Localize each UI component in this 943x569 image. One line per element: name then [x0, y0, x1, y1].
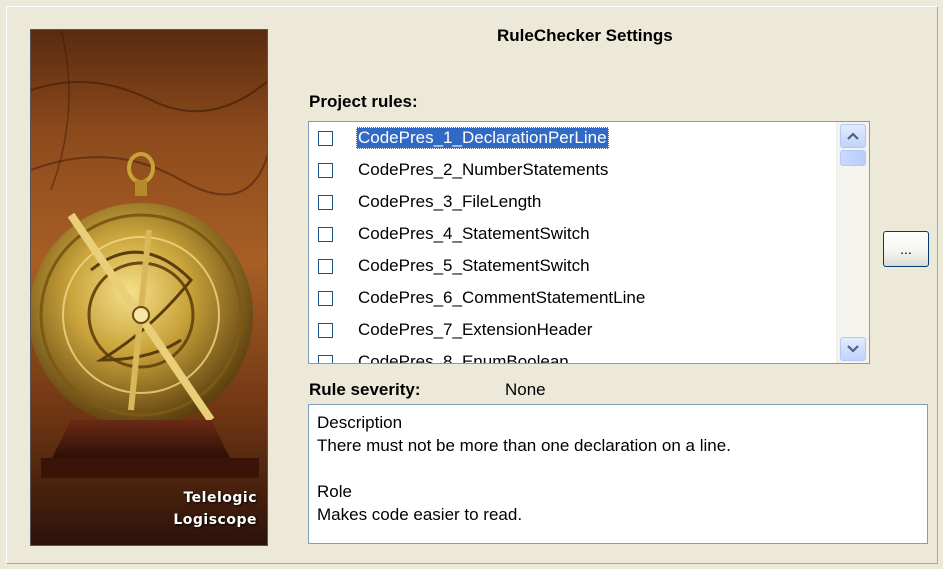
brand-line-logiscope: Logiscope [173, 512, 257, 528]
rule-label: CodePres_2_NumberStatements [358, 160, 609, 179]
chevron-up-icon [847, 132, 859, 140]
logiscope-banner-image: Telelogic Logiscope [30, 29, 268, 546]
rule-checkbox[interactable] [318, 226, 333, 242]
brand-label: Telelogic Logiscope [173, 487, 257, 531]
role-text: Makes code easier to read. [317, 505, 523, 524]
rule-severity-label: Rule severity: [309, 380, 421, 399]
list-item[interactable]: CodePres_7_ExtensionHeader [309, 314, 839, 346]
role-heading: Role [317, 482, 352, 501]
rule-checkbox[interactable] [318, 130, 333, 146]
project-rules-listbox[interactable]: CodePres_1_DeclarationPerLine CodePres_2… [308, 121, 870, 364]
list-item[interactable]: CodePres_2_NumberStatements [309, 154, 839, 186]
rule-label: CodePres_8_EnumBoolean [358, 352, 569, 364]
astrolabe-icon [31, 30, 267, 478]
description-text: There must not be more than one declarat… [317, 436, 731, 455]
scroll-thumb[interactable] [840, 150, 866, 166]
chevron-down-icon [847, 345, 859, 353]
rule-options-button[interactable]: ... [883, 231, 929, 267]
rule-checkbox[interactable] [318, 258, 333, 274]
list-item[interactable]: CodePres_5_StatementSwitch [309, 250, 839, 282]
rule-label: CodePres_5_StatementSwitch [358, 256, 590, 275]
brand-line-telelogic: Telelogic [183, 490, 257, 506]
rule-severity-value: None [505, 380, 546, 399]
rule-label: CodePres_3_FileLength [358, 192, 542, 211]
list-item[interactable]: CodePres_3_FileLength [309, 186, 839, 218]
list-item[interactable]: CodePres_4_StatementSwitch [309, 218, 839, 250]
scroll-down-button[interactable] [840, 337, 866, 361]
rule-checkbox[interactable] [318, 194, 333, 210]
list-item[interactable]: CodePres_1_DeclarationPerLine [309, 122, 839, 154]
rule-description-box[interactable]: Description There must not be more than … [308, 404, 928, 544]
rule-checkbox[interactable] [318, 322, 333, 338]
list-item[interactable]: CodePres_8_EnumBoolean [309, 346, 839, 364]
rule-label: CodePres_6_CommentStatementLine [358, 288, 646, 307]
rule-checkbox[interactable] [318, 290, 333, 306]
dialog-title: RuleChecker Settings [497, 26, 673, 45]
project-rules-label: Project rules: [309, 92, 418, 111]
rule-checkbox[interactable] [318, 354, 333, 363]
description-heading: Description [317, 413, 403, 432]
rule-label: CodePres_4_StatementSwitch [358, 224, 590, 243]
vertical-scrollbar[interactable] [836, 122, 869, 363]
rule-label: CodePres_1_DeclarationPerLine [356, 127, 609, 149]
rule-label: CodePres_7_ExtensionHeader [358, 320, 593, 339]
rule-checkbox[interactable] [318, 162, 333, 178]
scroll-up-button[interactable] [840, 124, 866, 148]
list-item[interactable]: CodePres_6_CommentStatementLine [309, 282, 839, 314]
